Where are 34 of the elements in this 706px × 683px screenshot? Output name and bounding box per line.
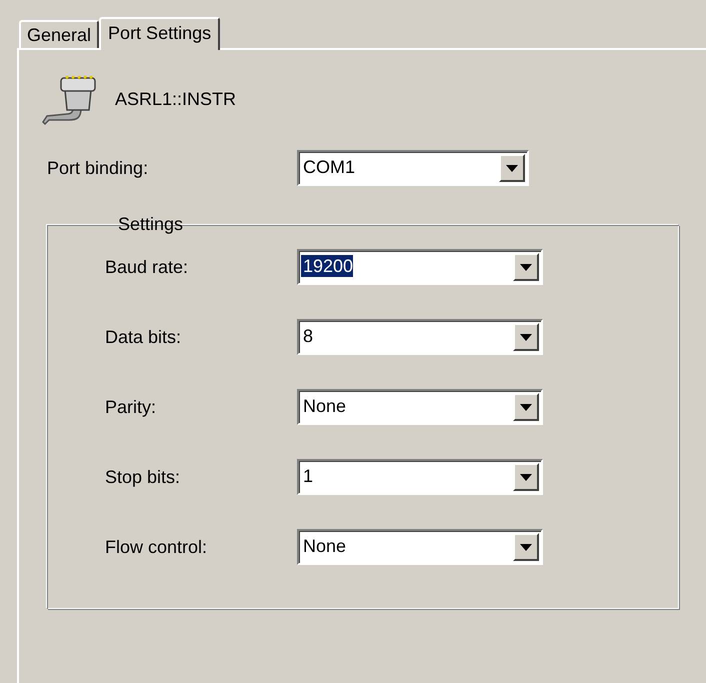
dropdown-button[interactable]	[513, 533, 539, 561]
field-value: None	[302, 395, 348, 417]
group-title: Settings	[117, 214, 184, 235]
dropdown-button[interactable]	[513, 393, 539, 421]
dropdown-field[interactable]: 8	[297, 319, 543, 355]
field-value: 8	[302, 325, 314, 347]
dropdown-field[interactable]: COM1	[297, 150, 529, 186]
caret-icon	[506, 164, 518, 172]
caret-icon	[520, 334, 532, 340]
tab[interactable]: Port Settings	[99, 17, 220, 50]
field-value: 1	[302, 465, 314, 487]
caret-icon	[520, 264, 532, 270]
field-label: Baud rate:	[105, 256, 190, 278]
caret-icon	[520, 474, 532, 480]
field-value: 19200	[301, 255, 354, 277]
field-value: COM1	[302, 156, 356, 178]
dropdown-field[interactable]: None	[297, 529, 543, 565]
tab[interactable]: General	[19, 20, 100, 48]
dropdown-field[interactable]: None	[297, 389, 543, 425]
resource-name: ASRL1::INSTR	[115, 88, 236, 110]
dropdown-button[interactable]	[499, 154, 525, 182]
field-label: Stop bits:	[105, 466, 182, 488]
field-label: Port binding:	[47, 158, 150, 178]
caret-icon	[520, 544, 532, 550]
field-value: None	[302, 535, 348, 557]
field-label: Flow control:	[105, 536, 208, 558]
dropdown-field[interactable]: 19200	[297, 249, 543, 285]
field-label: Data bits:	[105, 326, 182, 348]
dropdown-button[interactable]	[513, 323, 539, 351]
field-label: Parity:	[105, 396, 158, 418]
dropdown-field[interactable]: 1	[297, 459, 543, 495]
dropdown-button[interactable]	[513, 463, 539, 491]
caret-icon	[520, 404, 532, 410]
dropdown-button[interactable]	[513, 253, 539, 281]
